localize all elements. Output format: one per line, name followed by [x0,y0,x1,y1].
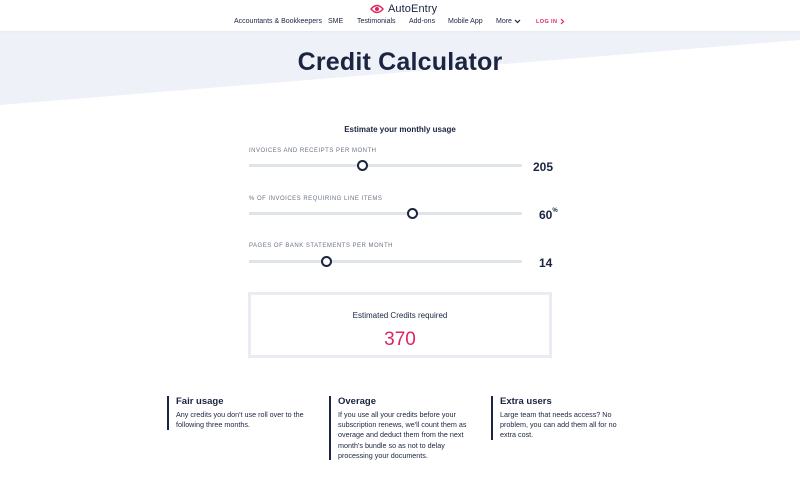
slider-fill [249,164,363,167]
info-extra-users: Extra users Large team that needs access… [491,396,627,440]
slider-thumb[interactable] [356,160,368,171]
slider-thumb[interactable] [407,208,419,219]
eye-logo-icon [370,4,384,14]
site-header: AutoEntry Accountants & Bookkeepers SME … [0,0,800,31]
nav-item-more[interactable]: More [496,18,521,25]
info-overage: Overage If you use all your credits befo… [329,396,471,460]
nav-item-add-ons[interactable]: Add-ons [409,18,435,25]
slider-value-line-items: 60% [539,208,558,222]
slider-label-invoices: INVOICES AND RECEIPTS PER MONTH [249,148,377,154]
chevron-right-icon[interactable] [560,18,565,25]
autoentry-logo[interactable]: AutoEntry [370,2,437,16]
info-text: Large team that needs access? No problem… [500,410,617,440]
nav-more-label: More [496,18,512,25]
slider-label-line-items: % OF INVOICES REQUIRING LINE ITEMS [249,196,383,202]
credits-result-box: Estimated Credits required 370 [248,292,552,358]
nav-item-accountants[interactable]: Accountants & Bookkeepers [234,18,322,25]
chevron-down-icon [514,19,521,24]
page-title: Credit Calculator [297,48,503,76]
info-title: Extra users [500,396,552,407]
slider-value-bank-statements: 14 [539,256,553,270]
result-label: Estimated Credits required [352,311,448,320]
slider-label-bank-statements: PAGES OF BANK STATEMENTS PER MONTH [249,243,394,249]
info-text: Any credits you don't use roll over to t… [176,410,304,430]
nav-item-mobile-app[interactable]: Mobile App [448,18,483,25]
slider-line-items[interactable] [249,208,522,219]
percent-suffix: % [552,208,558,214]
info-title: Fair usage [176,396,224,407]
info-title: Overage [338,396,377,407]
slider-fill [249,212,413,215]
slider-bank-statements[interactable] [249,256,522,267]
logo-text: AutoEntry [388,3,438,15]
slider-fill [249,260,327,263]
nav-item-sme[interactable]: SME [328,18,343,25]
login-link[interactable]: LOG IN [536,19,557,25]
slider-value-invoices: 205 [533,160,554,174]
main-nav: Accountants & Bookkeepers SME Testimonia… [0,18,800,28]
info-fair-usage: Fair usage Any credits you don't use rol… [167,396,309,430]
slider-thumb[interactable] [321,256,333,267]
section-heading: Estimate your monthly usage [344,125,456,134]
info-text: If you use all your credits before your … [338,410,467,460]
nav-item-testimonials[interactable]: Testimonials [357,18,396,25]
result-value: 370 [384,329,416,350]
slider-value-number: 60 [539,208,553,222]
slider-invoices[interactable] [249,160,522,171]
